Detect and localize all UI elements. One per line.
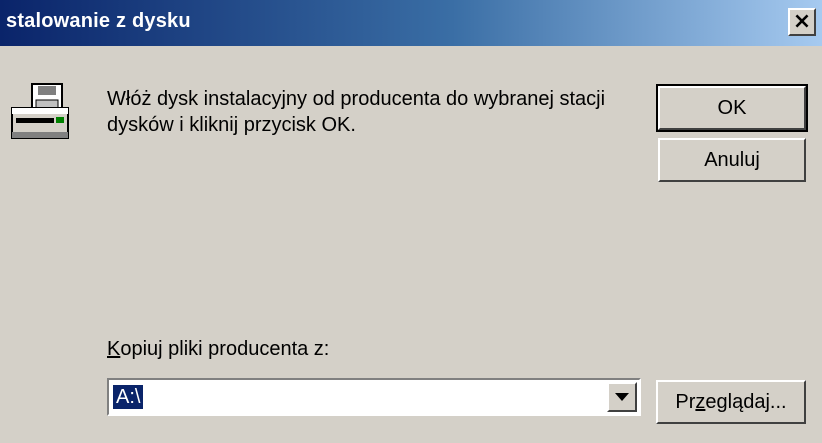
close-icon: × (792, 9, 812, 34)
title-bar: stalowanie z dysku × (0, 0, 822, 46)
cancel-button-label: Anuluj (704, 148, 760, 171)
copy-from-value[interactable]: A:\ (113, 385, 144, 409)
ok-button[interactable]: OK (656, 84, 808, 132)
browse-button[interactable]: Przeglądaj... (656, 380, 806, 424)
instruction-message: Włóż dysk instalacyjny od producenta do … (107, 88, 606, 136)
browse-label-post: eglądaj... (705, 390, 787, 413)
chevron-down-icon (615, 393, 629, 401)
copy-from-label-accel: K (107, 338, 121, 360)
dropdown-button[interactable] (607, 382, 637, 412)
close-button[interactable]: × (788, 8, 816, 36)
browse-button-label: Przeglądaj... (675, 391, 786, 414)
floppy-drive-icon (11, 83, 69, 139)
copy-from-label: Kopiuj pliki producenta z: (107, 338, 329, 361)
browse-label-accel: z (695, 390, 706, 413)
ok-button-label: OK (717, 96, 747, 119)
browse-label-pre: Pr (675, 390, 696, 413)
copy-from-label-text: opiuj pliki producenta z: (120, 338, 330, 360)
copy-from-combobox[interactable]: A:\ (107, 378, 641, 416)
cancel-button[interactable]: Anuluj (658, 138, 806, 182)
window-title: stalowanie z dysku (6, 10, 191, 32)
